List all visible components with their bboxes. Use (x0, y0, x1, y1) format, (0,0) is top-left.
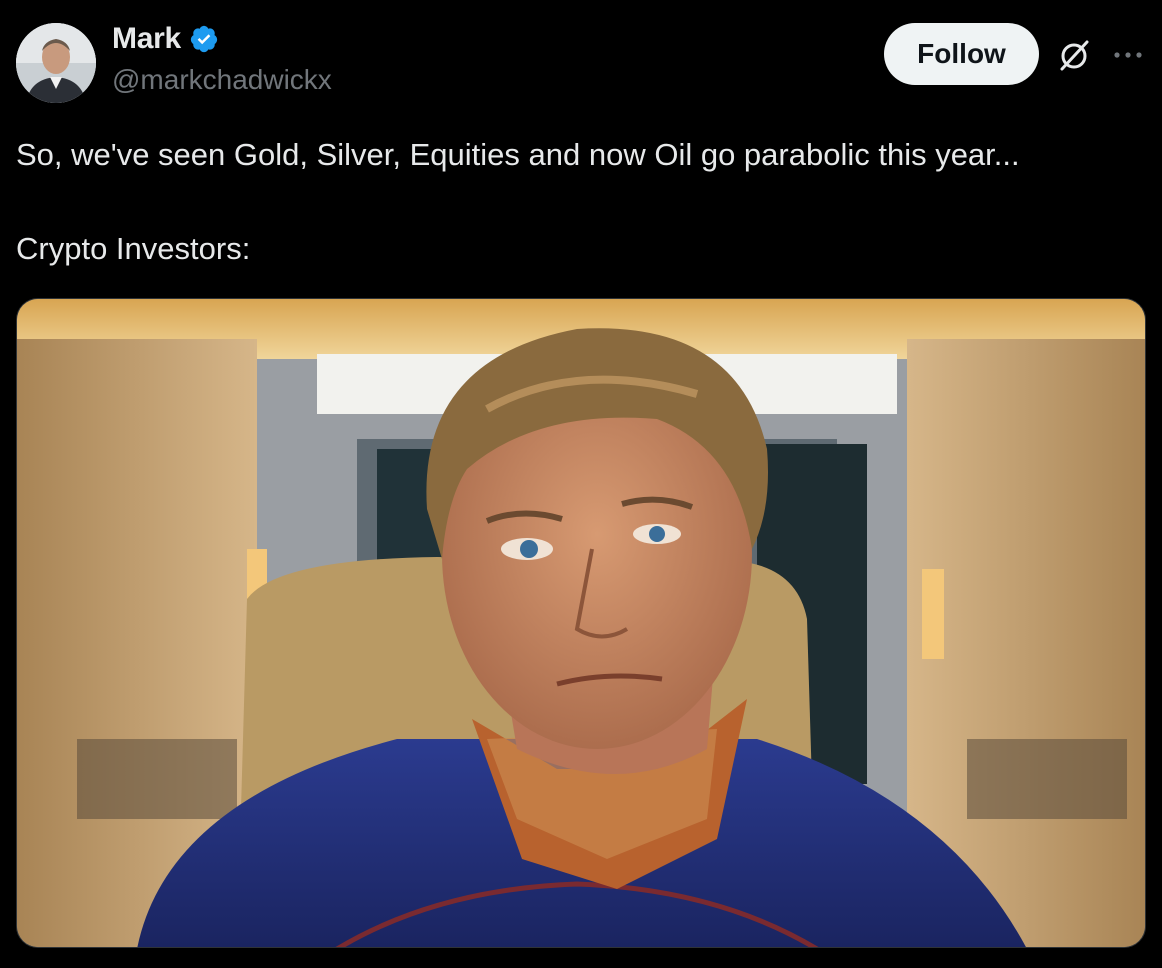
tweet-media-image[interactable] (16, 298, 1146, 948)
more-options-icon[interactable] (1112, 43, 1144, 67)
tweet-card: Mark @markchadwickx Follow So, we've see… (0, 0, 1162, 968)
tweet-text-line-1: So, we've seen Gold, Silver, Equities an… (16, 137, 1020, 172)
tweet-text-line-2: Crypto Investors: (16, 231, 251, 266)
name-row: Mark (112, 22, 219, 56)
avatar[interactable] (16, 23, 96, 103)
verified-badge-icon (189, 24, 219, 54)
author-handle[interactable]: @markchadwickx (112, 64, 332, 96)
grok-icon[interactable] (1056, 37, 1092, 73)
display-name[interactable]: Mark (112, 22, 181, 56)
follow-button[interactable]: Follow (884, 23, 1039, 85)
